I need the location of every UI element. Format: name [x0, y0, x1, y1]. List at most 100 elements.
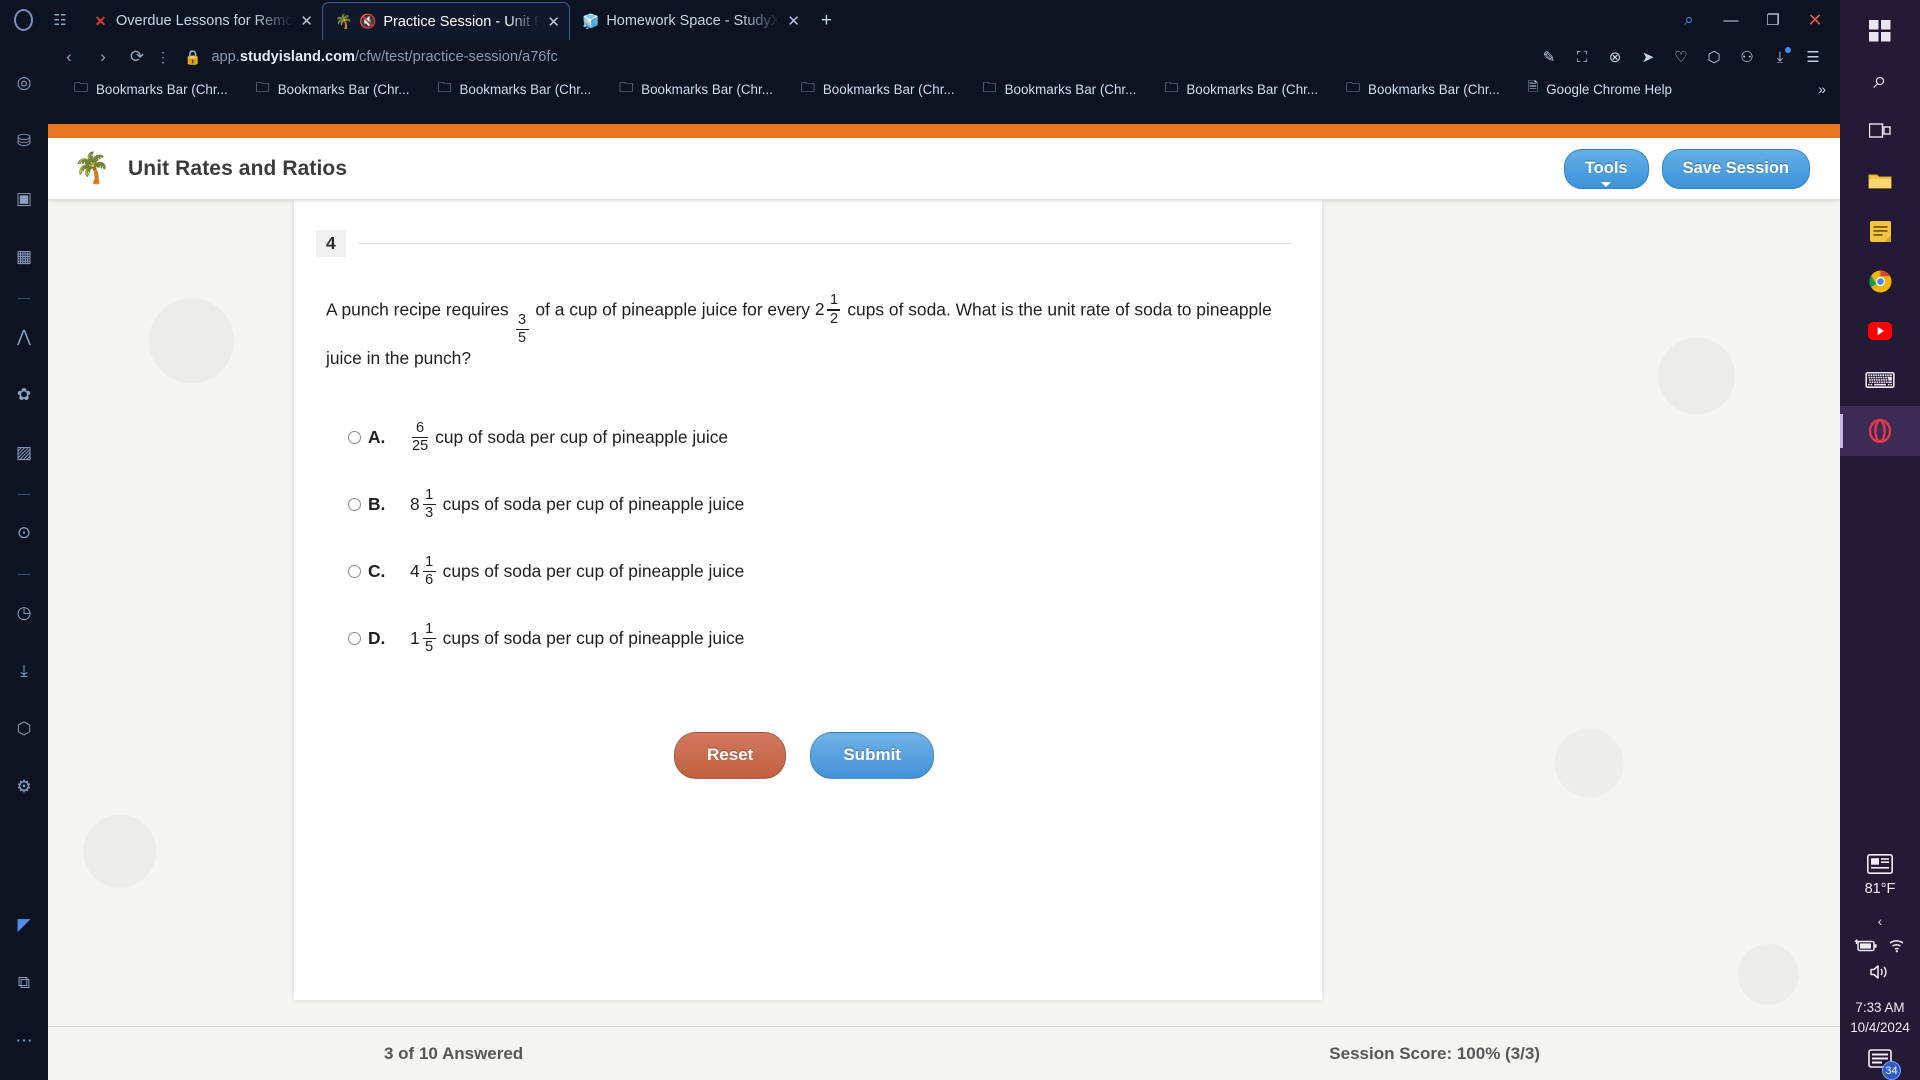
new-tab-button[interactable]: +	[809, 2, 843, 40]
radio-button-b[interactable]	[348, 498, 361, 512]
save-session-button[interactable]: Save Session	[1661, 148, 1810, 189]
tab-muted-icon[interactable]: 🔇	[359, 13, 376, 30]
bookmark-item[interactable]: 🗀 Bookmarks Bar (Chr...	[969, 77, 1151, 101]
tools-button[interactable]: Tools	[1563, 148, 1649, 189]
send-icon[interactable]: ➤	[1633, 43, 1663, 71]
mixed-number-8-1-3: 8 1 3	[410, 487, 438, 522]
fraction-denominator: 2	[829, 310, 839, 327]
url-field[interactable]: 🔒 app.studyisland.com/cfw/test/practice-…	[184, 49, 1534, 66]
bag-icon[interactable]: ⛁	[0, 112, 48, 170]
browser-tab-3[interactable]: 🧊 Homework Space - StudyX ✕	[570, 2, 809, 40]
cube-icon[interactable]: ⬡	[1699, 43, 1729, 71]
bookmark-item[interactable]: 🗀 Bookmarks Bar (Chr...	[1332, 77, 1514, 101]
cube-icon[interactable]: ⬡	[0, 700, 48, 758]
clock[interactable]: 7:33 AM 10/4/2024	[1850, 998, 1910, 1037]
download-icon[interactable]: ⤓	[1765, 43, 1795, 71]
heart-icon[interactable]: ♡	[1666, 43, 1696, 71]
sticky-notes-icon[interactable]	[1840, 206, 1920, 256]
forward-button[interactable]: ›	[86, 42, 120, 72]
pinboard-icon[interactable]: ✿	[0, 366, 48, 424]
block-ads-icon[interactable]: ⊗	[1600, 43, 1630, 71]
close-icon[interactable]: ✕	[787, 12, 801, 30]
answer-choice-d[interactable]: D. 1 1 5 cups of soda per cup of pineapp…	[326, 605, 1282, 672]
bookmark-label: Bookmarks Bar (Chr...	[641, 81, 773, 97]
chevron-down-icon	[1601, 181, 1612, 187]
url-text: app.studyisland.com/cfw/test/practice-se…	[211, 49, 558, 65]
player-icon[interactable]: ⊙	[0, 504, 48, 562]
keyboard-icon[interactable]: ⌨	[1840, 356, 1920, 406]
answer-choice-c[interactable]: C. 4 1 6 cups of soda per cup of pineapp…	[326, 538, 1282, 605]
history-icon[interactable]: ◷	[0, 584, 48, 642]
back-button[interactable]: ‹	[52, 42, 86, 72]
twitch-icon[interactable]: ▣	[0, 170, 48, 228]
bookmark-label: Bookmarks Bar (Chr...	[1004, 81, 1137, 97]
submit-button[interactable]: Submit	[810, 732, 934, 780]
choice-text: cups of soda per cup of pineapple juice	[442, 494, 745, 515]
fraction-denominator: 5	[425, 639, 434, 656]
bookmark-item[interactable]: 🗀 Bookmarks Bar (Chr...	[605, 77, 787, 101]
chip-icon[interactable]: ▦	[0, 228, 48, 286]
chrome-icon[interactable]	[1840, 256, 1920, 306]
bookmark-item[interactable]: 🗎 Google Chrome Help	[1514, 78, 1686, 100]
battery-charging-icon[interactable]	[1854, 939, 1878, 956]
youtube-icon[interactable]	[1840, 306, 1920, 356]
radio-button-c[interactable]	[348, 565, 361, 579]
browser-tab-2[interactable]: 🌴 🔇 Practice Session - Unit R ✕	[322, 2, 571, 40]
minimize-button[interactable]: —	[1710, 0, 1752, 40]
settings-icon[interactable]: ⚙	[0, 758, 48, 816]
profile-icon[interactable]: ⚇	[1732, 43, 1762, 71]
bookmark-item[interactable]: 🗀 Bookmarks Bar (Chr...	[423, 77, 605, 101]
radio-button-d[interactable]	[348, 632, 361, 646]
bookmark-item[interactable]: 🗀 Bookmarks Bar (Chr...	[60, 77, 242, 101]
folder-icon: 🗀	[982, 79, 997, 95]
bookmark-item[interactable]: 🗀 Bookmarks Bar (Chr...	[242, 77, 424, 101]
progress-status: 3 of 10 Answered	[384, 1043, 524, 1063]
edit-icon[interactable]: ✎	[1534, 43, 1564, 71]
news-weather-icon[interactable]	[1867, 854, 1893, 879]
start-icon[interactable]	[1840, 6, 1920, 56]
sidebar-toggle-icon[interactable]: ☰	[1798, 43, 1828, 71]
bookmark-label: Bookmarks Bar (Chr...	[96, 81, 228, 97]
radio-button-a[interactable]	[348, 431, 361, 445]
browser-tab-1[interactable]: ✕ Overdue Lessons for Remo ✕	[80, 2, 322, 40]
fraction-numerator: 6	[416, 419, 425, 436]
close-window-button[interactable]: ✕	[1794, 0, 1836, 40]
reload-button[interactable]: ⟳	[120, 42, 154, 72]
volume-icon[interactable]	[1869, 964, 1891, 984]
search-tabs-icon[interactable]: ⌕	[1668, 0, 1710, 40]
maximize-button[interactable]: ❐	[1752, 0, 1794, 40]
bookmarks-overflow-button[interactable]: »	[1818, 81, 1840, 97]
aria-icon[interactable]: ⋀	[0, 308, 48, 366]
bookmark-item[interactable]: 🗀 Bookmarks Bar (Chr...	[1150, 77, 1332, 101]
notifications-icon[interactable]: 34	[1868, 1049, 1901, 1080]
bookmark-item[interactable]: 🗀 Bookmarks Bar (Chr...	[787, 77, 969, 101]
mixed-whole: 4	[410, 561, 420, 582]
wifi-icon[interactable]	[1888, 939, 1906, 956]
downloads-icon[interactable]: ⤓	[0, 642, 48, 700]
instagram-icon[interactable]: ▨	[0, 424, 48, 482]
close-icon[interactable]: ✕	[547, 13, 561, 31]
close-icon[interactable]: ✕	[300, 12, 314, 30]
divider: —	[17, 485, 31, 501]
more-icon[interactable]: ⋯	[0, 1012, 48, 1070]
choice-letter: A.	[368, 427, 386, 448]
show-hidden-icons-button[interactable]: ‹	[1878, 913, 1883, 929]
tools-label: Tools	[1584, 158, 1628, 177]
fraction-denominator: 25	[412, 438, 429, 455]
compass-icon[interactable]: ◎	[0, 54, 48, 112]
screenshot-icon[interactable]: ⛶	[1567, 43, 1597, 71]
answer-choice-a[interactable]: A. 6 25 cup of soda per cup of pineapple…	[326, 404, 1282, 471]
fraction-numerator: 1	[425, 553, 434, 570]
page-menu-icon[interactable]: ⋮	[154, 42, 172, 72]
answer-choice-b[interactable]: B. 8 1 3 cups of soda per cup of pineapp…	[326, 471, 1282, 538]
lock-icon: 🔒	[184, 48, 202, 65]
reset-button[interactable]: Reset	[674, 732, 787, 780]
file-explorer-icon[interactable]	[1840, 156, 1920, 206]
bookmark-label: Bookmarks Bar (Chr...	[822, 81, 955, 97]
search-icon[interactable]: ⌕	[1840, 56, 1920, 106]
workspace-icon[interactable]: ◤	[0, 896, 48, 954]
opera-icon[interactable]	[1840, 406, 1920, 456]
tab-menu-icon[interactable]: ☷︎	[40, 0, 80, 40]
task-view-icon[interactable]	[1840, 106, 1920, 156]
extensions-icon[interactable]: ⧉	[0, 954, 48, 1012]
